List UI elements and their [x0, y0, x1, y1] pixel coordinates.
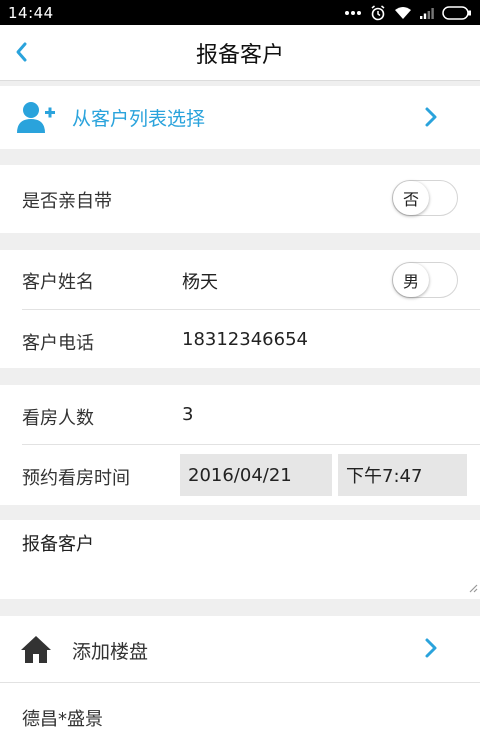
signal-icon	[420, 7, 434, 19]
appointment-label: 预约看房时间	[22, 468, 130, 489]
appointment-time-value: 下午7:47	[346, 466, 423, 487]
add-property-row[interactable]: 添加楼盘	[0, 616, 480, 682]
remark-text: 报备客户	[22, 534, 94, 555]
self-bring-toggle-knob: 否	[393, 181, 429, 215]
divider	[22, 309, 480, 310]
page-title: 报备客户	[195, 42, 284, 68]
more-dots-icon	[344, 10, 362, 16]
add-property-label: 添加楼盘	[72, 641, 149, 663]
back-button[interactable]	[6, 37, 36, 67]
home-icon	[20, 634, 52, 668]
status-time: 14:44	[8, 3, 54, 22]
alarm-icon	[370, 4, 386, 21]
property-section: 添加楼盘 德昌*盛景	[0, 616, 480, 737]
title-bar: 报备客户	[0, 25, 480, 81]
wifi-icon	[394, 6, 412, 20]
status-icons	[344, 4, 472, 21]
add-user-icon	[16, 100, 56, 138]
customer-name-field[interactable]: 杨天	[182, 268, 218, 294]
self-bring-row: 是否亲自带 否	[0, 165, 480, 233]
appointment-time-field[interactable]: 下午7:47	[338, 454, 467, 496]
property-list-item[interactable]: 德昌*盛景	[22, 705, 103, 731]
chevron-right-icon	[422, 105, 440, 129]
status-bar: 14:44	[0, 0, 480, 25]
appointment-date-value: 2016/04/21	[188, 464, 292, 486]
divider	[22, 444, 480, 445]
viewers-label: 看房人数	[22, 408, 94, 429]
appointment-date-field[interactable]: 2016/04/21	[180, 454, 332, 496]
remark-textarea[interactable]: 报备客户	[0, 520, 480, 599]
select-from-list-label: 从客户列表选择	[72, 108, 206, 130]
viewers-field[interactable]: 3	[182, 404, 193, 425]
divider	[0, 682, 480, 683]
gender-toggle[interactable]: 男	[392, 262, 458, 298]
customer-name-label: 客户姓名	[22, 272, 94, 293]
customer-info-section: 客户姓名 杨天 男 客户电话 18312346654	[0, 250, 480, 368]
select-from-list-row[interactable]: 从客户列表选择	[0, 86, 480, 149]
chevron-left-icon	[16, 42, 27, 62]
appointment-section: 看房人数 3 预约看房时间 2016/04/21 下午7:47	[0, 385, 480, 505]
chevron-right-icon	[422, 636, 440, 660]
battery-icon	[442, 5, 472, 20]
self-bring-toggle[interactable]: 否	[392, 180, 458, 216]
self-bring-label: 是否亲自带	[22, 191, 112, 212]
resize-handle-icon	[468, 578, 478, 597]
gender-toggle-knob: 男	[393, 263, 429, 297]
customer-phone-field[interactable]: 18312346654	[182, 329, 308, 350]
customer-phone-label: 客户电话	[22, 333, 94, 354]
